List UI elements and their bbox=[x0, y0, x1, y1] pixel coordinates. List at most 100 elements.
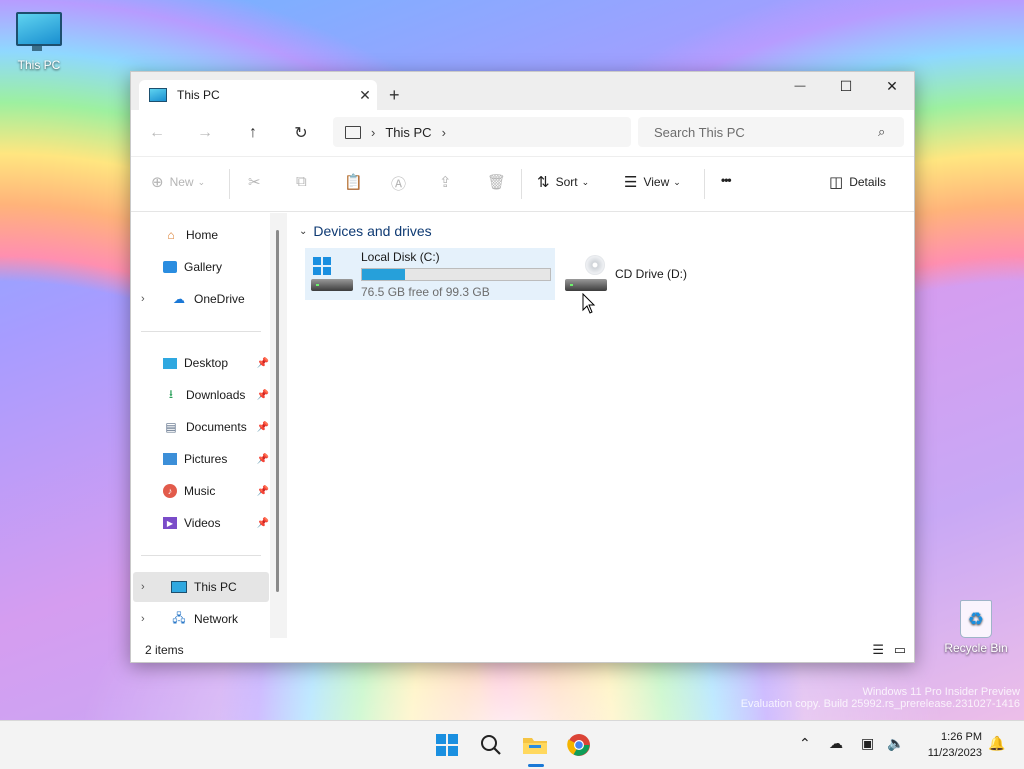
drive-local-disk-c[interactable]: Local Disk (C:) 76.5 GB free of 99.3 GB bbox=[305, 248, 555, 300]
network-icon: 🖧 bbox=[172, 610, 186, 625]
paste-icon: 📋 bbox=[344, 174, 363, 191]
clock-time: 1:26 PM bbox=[941, 731, 982, 743]
paste-button[interactable]: 📋 bbox=[344, 173, 369, 191]
volume-muted-icon[interactable]: 🔈 bbox=[887, 735, 904, 752]
copy-button[interactable]: ⧉ bbox=[296, 173, 313, 190]
search-icon bbox=[481, 735, 501, 755]
pin-icon[interactable]: 📌 bbox=[257, 390, 269, 401]
notification-bell-icon[interactable]: 🔔 bbox=[988, 735, 1005, 752]
chevron-down-icon: ⌄ bbox=[299, 225, 308, 237]
separator bbox=[704, 169, 705, 199]
separator bbox=[521, 169, 522, 199]
chevron-right-icon[interactable]: › bbox=[141, 293, 155, 305]
watermark-line-2: Evaluation copy. Build 25992.rs_prerelea… bbox=[740, 698, 1020, 710]
documents-icon: ▤ bbox=[165, 420, 177, 434]
sort-button-label: Sort bbox=[555, 175, 578, 189]
file-explorer-taskbar-button[interactable] bbox=[521, 731, 549, 759]
separator bbox=[229, 169, 230, 199]
sidebar-item-label: Music bbox=[184, 484, 216, 498]
sidebar-item-videos[interactable]: ▶ Videos 📌 bbox=[133, 508, 269, 538]
chevron-right-icon[interactable]: › bbox=[371, 125, 375, 140]
details-view-icon[interactable]: ☰ bbox=[872, 642, 884, 658]
search-icon[interactable]: ⌕ bbox=[878, 124, 904, 140]
tiles-view-icon[interactable]: ▭ bbox=[894, 642, 906, 658]
sidebar-item-documents[interactable]: ▤ Documents 📌 bbox=[133, 412, 269, 442]
pin-icon[interactable]: 📌 bbox=[257, 486, 269, 497]
chevron-right-icon[interactable]: › bbox=[141, 581, 155, 593]
details-button[interactable]: ◫ Details bbox=[829, 173, 886, 191]
sidebar-item-gallery[interactable]: Gallery bbox=[133, 252, 269, 282]
chevron-right-icon[interactable]: › bbox=[141, 613, 155, 625]
minimize-button[interactable]: — bbox=[777, 72, 823, 100]
content-pane: ⌄ Devices and drives Local Disk (C:) 76.… bbox=[287, 213, 914, 638]
clock-date: 11/23/2023 bbox=[927, 747, 982, 759]
pin-icon[interactable]: 📌 bbox=[257, 422, 269, 433]
search-box[interactable]: Search This PC ⌕ bbox=[638, 117, 904, 147]
view-button[interactable]: ☰ View ⌄ bbox=[624, 173, 681, 191]
sidebar-item-desktop[interactable]: Desktop 📌 bbox=[133, 348, 269, 378]
cloud-offline-icon[interactable]: ☁ bbox=[829, 735, 843, 752]
sidebar-item-label: Home bbox=[186, 228, 219, 242]
desktop-recycle-bin-shortcut[interactable]: ♻ Recycle Bin bbox=[943, 600, 1009, 655]
address-bar[interactable]: › This PC › bbox=[333, 117, 631, 147]
pin-icon[interactable]: 📌 bbox=[257, 358, 269, 369]
cut-button[interactable]: ✂ bbox=[248, 173, 267, 191]
videos-icon: ▶ bbox=[163, 517, 177, 529]
sidebar-item-onedrive[interactable]: › ☁ OneDrive bbox=[133, 284, 269, 314]
new-button[interactable]: ⊕ New ⌄ bbox=[151, 173, 205, 191]
tab-this-pc[interactable]: This PC ✕ bbox=[139, 80, 377, 110]
pin-icon[interactable]: 📌 bbox=[257, 518, 269, 529]
network-status-icon[interactable]: ▣ bbox=[861, 735, 874, 752]
up-button[interactable]: ↑ bbox=[239, 124, 267, 142]
show-hidden-icons-chevron[interactable]: ⌃ bbox=[799, 735, 811, 752]
pin-icon[interactable]: 📌 bbox=[257, 454, 269, 465]
new-tab-button[interactable]: + bbox=[389, 85, 400, 106]
sidebar-item-label: OneDrive bbox=[194, 292, 245, 306]
more-icon: ••• bbox=[721, 173, 732, 187]
monitor-icon bbox=[16, 12, 62, 51]
delete-button[interactable]: 🗑 bbox=[487, 173, 512, 191]
back-button[interactable]: ← bbox=[143, 124, 171, 142]
view-icon: ☰ bbox=[624, 174, 638, 191]
sidebar-item-pictures[interactable]: Pictures 📌 bbox=[133, 444, 269, 474]
sidebar-item-network[interactable]: › 🖧 Network bbox=[133, 604, 269, 634]
tab-bar: This PC ✕ + — ☐ ✕ bbox=[131, 72, 914, 110]
sort-icon: ⇅ bbox=[537, 174, 550, 191]
rename-button[interactable]: Ⓐ bbox=[391, 173, 412, 194]
sidebar-item-downloads[interactable]: ⭳ Downloads 📌 bbox=[133, 380, 269, 410]
tab-close-icon[interactable]: ✕ bbox=[353, 87, 377, 104]
breadcrumb-this-pc[interactable]: This PC bbox=[385, 125, 431, 140]
share-button[interactable]: ⇪ bbox=[439, 173, 458, 191]
sidebar-scrollbar[interactable] bbox=[276, 230, 279, 592]
sidebar-item-home[interactable]: ⌂ Home bbox=[133, 220, 269, 250]
refresh-button[interactable]: ↻ bbox=[287, 123, 315, 143]
navigation-bar: ← → ↑ ↻ › This PC › Search This PC ⌕ bbox=[131, 110, 914, 156]
status-bar: 2 items ☰ ▭ bbox=[131, 638, 914, 662]
sidebar-item-label: Downloads bbox=[186, 388, 246, 402]
devices-and-drives-header[interactable]: ⌄ Devices and drives bbox=[299, 223, 432, 239]
view-button-label: View bbox=[643, 175, 670, 189]
home-icon: ⌂ bbox=[167, 228, 175, 242]
desktop-icon bbox=[163, 357, 177, 369]
desktop-this-pc-shortcut[interactable]: This PC bbox=[7, 12, 71, 72]
taskbar: ⌃ ☁ ▣ 🔈 1:26 PM 11/23/2023 🔔 bbox=[0, 720, 1024, 769]
see-more-button[interactable]: ••• bbox=[721, 173, 732, 187]
clock[interactable]: 1:26 PM 11/23/2023 bbox=[928, 729, 982, 761]
build-watermark: Windows 11 Pro Insider Preview Evaluatio… bbox=[741, 686, 1020, 710]
share-icon: ⇪ bbox=[439, 174, 452, 191]
close-button[interactable]: ✕ bbox=[869, 72, 915, 100]
chevron-right-icon[interactable]: › bbox=[442, 125, 446, 140]
forward-button[interactable]: → bbox=[191, 124, 219, 142]
sidebar-item-music[interactable]: ♪ Music 📌 bbox=[133, 476, 269, 506]
search-input[interactable]: Search This PC bbox=[654, 125, 878, 140]
search-button[interactable] bbox=[477, 731, 505, 759]
chrome-taskbar-button[interactable] bbox=[565, 731, 593, 759]
onedrive-icon: ☁ bbox=[173, 292, 185, 306]
desktop-this-pc-label: This PC bbox=[17, 58, 61, 72]
sidebar-item-label: Documents bbox=[186, 420, 247, 434]
maximize-button[interactable]: ☐ bbox=[823, 72, 869, 100]
sidebar-item-this-pc[interactable]: › This PC bbox=[133, 572, 269, 602]
start-button[interactable] bbox=[433, 731, 461, 759]
sidebar-item-label: Desktop bbox=[184, 356, 229, 370]
sort-button[interactable]: ⇅ Sort ⌄ bbox=[537, 173, 589, 191]
